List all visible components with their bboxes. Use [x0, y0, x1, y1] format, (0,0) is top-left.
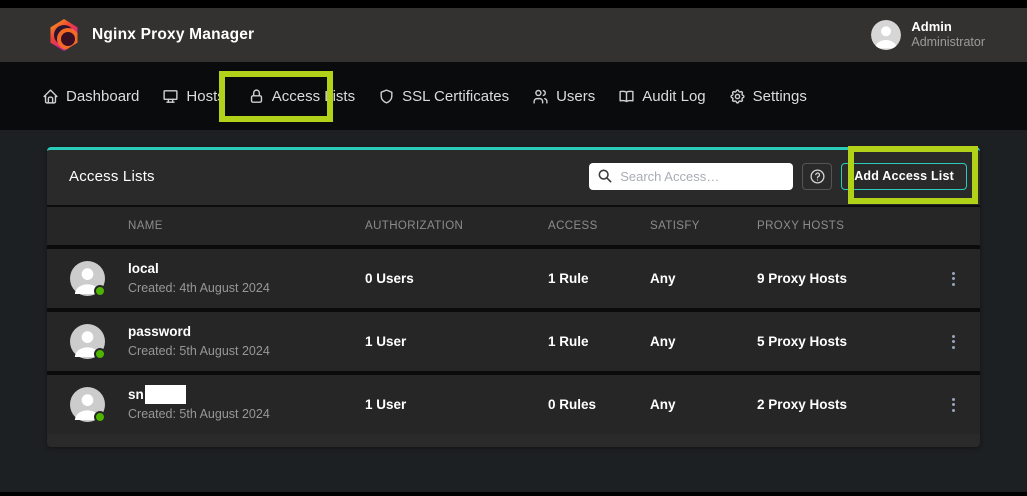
table-row[interactable]: password Created: 5th August 2024 1 User…: [47, 308, 980, 371]
cell-access: 0 Rules: [548, 397, 650, 412]
search-input[interactable]: [589, 163, 793, 190]
user-avatar: [871, 20, 901, 50]
status-online-dot: [94, 285, 106, 297]
gear-icon: [729, 88, 746, 105]
book-icon: [618, 88, 635, 105]
row-avatar: [70, 261, 105, 296]
access-list-name: password: [128, 322, 365, 342]
access-list-name: sn: [128, 385, 365, 405]
user-menu[interactable]: Admin Administrator: [871, 8, 985, 62]
access-list-created: Created: 5th August 2024: [128, 342, 365, 361]
nav-item-dashboard[interactable]: Dashboard: [42, 88, 139, 105]
cell-satisfy: Any: [650, 397, 757, 412]
nav-item-ssl-certificates[interactable]: SSL Certificates: [378, 88, 509, 105]
cell-proxy-hosts: 9 Proxy Hosts: [757, 271, 927, 286]
redaction-box: [145, 385, 186, 404]
cell-authorization: 0 Users: [365, 271, 548, 286]
cell-proxy-hosts: 5 Proxy Hosts: [757, 334, 927, 349]
table-row[interactable]: local Created: 4th August 2024 0 Users 1…: [47, 245, 980, 308]
row-actions-kebab-icon[interactable]: [946, 329, 961, 355]
main-nav: Dashboard Hosts Access Lists SSL Certifi…: [0, 62, 1027, 130]
row-actions-kebab-icon[interactable]: [946, 266, 961, 292]
cell-satisfy: Any: [650, 271, 757, 286]
add-access-list-button[interactable]: Add Access List: [841, 163, 967, 190]
lock-icon: [248, 88, 265, 105]
column-header-satisfy: SATISFY: [650, 220, 757, 232]
panel-header: Access Lists Add Access List: [47, 150, 980, 202]
row-avatar: [70, 324, 105, 359]
nav-item-hosts[interactable]: Hosts: [162, 88, 224, 105]
nav-label: Hosts: [186, 88, 224, 105]
access-list-created: Created: 4th August 2024: [128, 279, 365, 298]
shield-icon: [378, 88, 395, 105]
panel-title: Access Lists: [69, 168, 155, 185]
cell-satisfy: Any: [650, 334, 757, 349]
nav-label: Settings: [753, 88, 807, 105]
nav-item-audit-log[interactable]: Audit Log: [618, 88, 705, 105]
nav-label: Dashboard: [66, 88, 139, 105]
cell-access: 1 Rule: [548, 334, 650, 349]
nav-label: SSL Certificates: [402, 88, 509, 105]
nav-item-access-lists[interactable]: Access Lists: [248, 88, 355, 105]
column-header-access: ACCESS: [548, 220, 650, 232]
row-avatar: [70, 387, 105, 422]
table-header-row: NAME AUTHORIZATION ACCESS SATISFY PROXY …: [47, 205, 980, 245]
monitor-icon: [162, 88, 179, 105]
user-role: Administrator: [911, 35, 985, 51]
cell-authorization: 1 User: [365, 334, 548, 349]
app-header: Nginx Proxy Manager Admin Administrator: [0, 8, 1027, 62]
nav-label: Audit Log: [642, 88, 705, 105]
column-header-name: NAME: [128, 220, 365, 232]
cell-access: 1 Rule: [548, 271, 650, 286]
access-list-created: Created: 5th August 2024: [128, 405, 365, 424]
home-icon: [42, 88, 59, 105]
access-lists-panel: Access Lists Add Access List: [47, 147, 980, 447]
access-lists-table: NAME AUTHORIZATION ACCESS SATISFY PROXY …: [47, 205, 980, 434]
search-box: [589, 163, 793, 190]
column-header-authorization: AUTHORIZATION: [365, 220, 548, 232]
npm-logo-icon: [49, 19, 79, 51]
search-icon: [597, 168, 613, 184]
app-window: Nginx Proxy Manager Admin Administrator …: [0, 0, 1027, 496]
status-online-dot: [94, 348, 106, 360]
access-list-name: local: [128, 259, 365, 279]
app-title: Nginx Proxy Manager: [92, 26, 254, 44]
users-icon: [532, 88, 549, 105]
help-button[interactable]: [802, 163, 832, 190]
cell-proxy-hosts: 2 Proxy Hosts: [757, 397, 927, 412]
row-actions-kebab-icon[interactable]: [946, 392, 961, 418]
main-content: Access Lists Add Access List: [0, 130, 1027, 492]
cell-authorization: 1 User: [365, 397, 548, 412]
column-header-proxy-hosts: PROXY HOSTS: [757, 220, 927, 232]
nav-item-users[interactable]: Users: [532, 88, 595, 105]
nav-label: Users: [556, 88, 595, 105]
nav-label: Access Lists: [272, 88, 355, 105]
status-online-dot: [94, 411, 106, 423]
help-icon: [809, 168, 826, 185]
table-row[interactable]: sn Created: 5th August 2024 1 User 0 Rul…: [47, 371, 980, 434]
user-name: Admin: [911, 19, 985, 35]
nav-item-settings[interactable]: Settings: [729, 88, 807, 105]
